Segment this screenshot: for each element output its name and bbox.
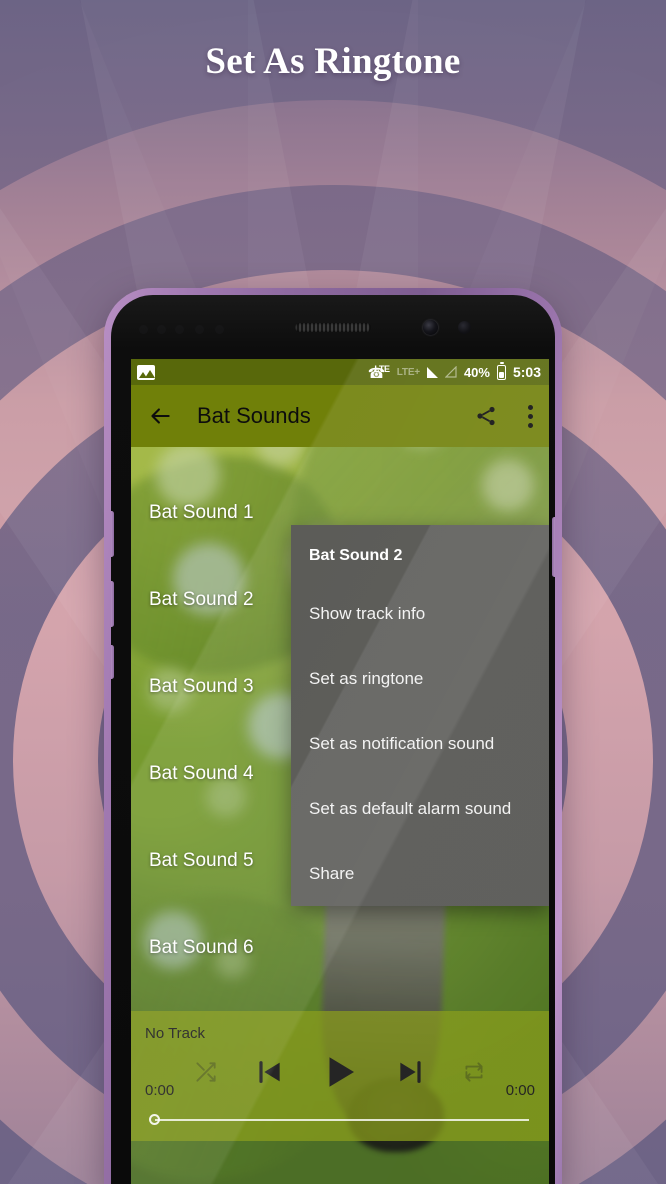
battery-percent: 40% <box>463 364 490 380</box>
sound-list-item-label: Bat Sound 4 <box>149 762 254 784</box>
phone-bezel: ☎ LTE LTE+ 40% 5:03 Bat Sounds Bat Sound… <box>111 295 555 1184</box>
proximity-sensor <box>458 321 471 334</box>
network-label-secondary: LTE+ <box>396 366 420 378</box>
sound-list-item-label: Bat Sound 1 <box>149 501 254 523</box>
context-menu-item-label: Set as default alarm sound <box>309 798 512 818</box>
sound-list-item-label: Bat Sound 6 <box>149 936 254 958</box>
player-controls <box>145 1054 535 1094</box>
sound-list-item-label: Bat Sound 3 <box>149 675 254 697</box>
context-menu: Bat Sound 2 Show track info Set as ringto… <box>291 525 549 906</box>
volume-down-button[interactable] <box>111 581 114 627</box>
sound-list-item-label: Bat Sound 2 <box>149 588 254 610</box>
context-menu-item-label: Set as notification sound <box>309 733 495 753</box>
context-menu-item[interactable]: Show track info <box>291 581 549 646</box>
phone-top-bezel <box>111 295 555 355</box>
status-bar-clock: 5:03 <box>512 364 541 380</box>
signal-bars-empty-icon <box>444 366 457 378</box>
context-menu-item-label: Set as ringtone <box>309 668 424 688</box>
seek-bar[interactable] <box>145 1113 535 1127</box>
total-time: 0:00 <box>505 1082 535 1099</box>
seek-bar-thumb[interactable] <box>149 1114 160 1125</box>
sound-list-item[interactable]: Bat Sound 6 <box>131 904 549 991</box>
context-menu-item[interactable]: Share <box>291 841 549 906</box>
phone-screen: ☎ LTE LTE+ 40% 5:03 Bat Sounds Bat Sound… <box>131 359 549 1184</box>
bezel-sensor-dots <box>139 325 239 335</box>
network-label: LTE <box>374 364 390 374</box>
skip-previous-icon[interactable] <box>253 1056 285 1093</box>
phone-mockup: ☎ LTE LTE+ 40% 5:03 Bat Sounds Bat Sound… <box>104 288 562 1184</box>
assistant-button[interactable] <box>111 645 114 679</box>
seek-bar-track <box>155 1119 529 1121</box>
context-menu-item[interactable]: Set as notification sound <box>291 711 549 776</box>
page-title: Set As Ringtone <box>205 41 461 82</box>
call-icon: ☎ LTE <box>367 364 390 381</box>
context-menu-header: Bat Sound 2 <box>309 547 403 564</box>
earpiece-speaker <box>295 323 371 332</box>
play-icon[interactable] <box>319 1051 361 1098</box>
context-menu-item-label: Show track info <box>309 603 426 623</box>
player-track-title: No Track <box>145 1025 206 1042</box>
share-icon[interactable] <box>474 404 498 428</box>
battery-icon <box>496 361 506 380</box>
sound-list-item-label: Bat Sound 5 <box>149 849 254 871</box>
elapsed-time: 0:00 <box>145 1082 175 1099</box>
context-menu-item[interactable]: Set as ringtone <box>291 646 549 711</box>
volume-up-button[interactable] <box>111 511 114 557</box>
image-icon <box>137 364 155 380</box>
skip-next-icon[interactable] <box>395 1056 427 1093</box>
app-bar-title: Bat Sounds <box>197 403 311 428</box>
signal-bars-full-icon <box>426 366 438 378</box>
app-bar: Bat Sounds <box>131 385 549 447</box>
shuffle-icon[interactable] <box>193 1059 219 1090</box>
context-menu-item-label: Share <box>309 863 355 883</box>
back-arrow-icon[interactable] <box>147 403 173 429</box>
repeat-icon[interactable] <box>461 1059 487 1090</box>
context-menu-item[interactable]: Set as default alarm sound <box>291 776 549 841</box>
status-bar: ☎ LTE LTE+ 40% 5:03 <box>131 359 549 385</box>
front-camera <box>423 320 438 335</box>
overflow-menu-icon[interactable] <box>528 404 533 428</box>
player-bar: No Track 0:00 0:00 <box>131 1011 549 1141</box>
power-button[interactable] <box>552 517 555 577</box>
